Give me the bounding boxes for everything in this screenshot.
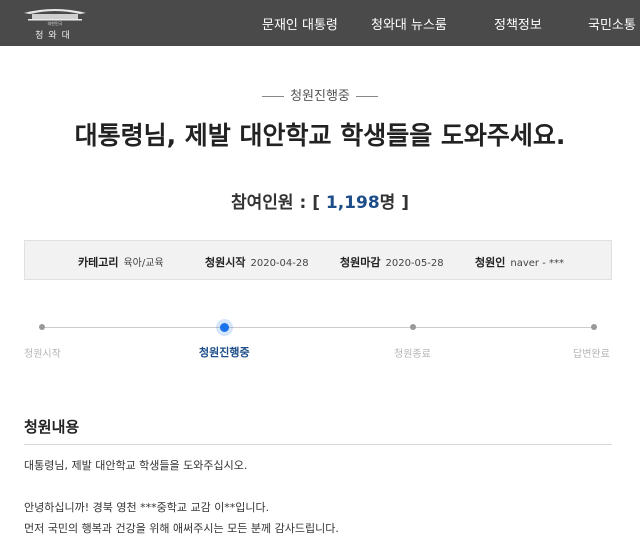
info-petitioner-label: 청원인 xyxy=(475,256,506,269)
participants-count: 참여인원 : [ 1,198명 ] xyxy=(0,188,640,213)
logo-subtitle: 대한민국 xyxy=(47,21,63,26)
status-dash-right xyxy=(355,96,378,97)
content-divider xyxy=(24,444,612,445)
info-end-date: 청원마감 2020-05-28 xyxy=(340,254,444,270)
logo-name: 청와대 xyxy=(35,31,75,41)
info-start-label: 청원시작 xyxy=(205,256,246,269)
progress-track xyxy=(42,327,594,328)
info-start-value: 2020-04-28 xyxy=(250,258,309,269)
step-label-answered: 답변완료 xyxy=(573,349,610,360)
nav-president[interactable]: 문재인 대통령 xyxy=(262,14,338,33)
cheongwadae-logo[interactable]: 대한민국 청와대 xyxy=(20,5,90,41)
info-category-label: 카테고리 xyxy=(78,256,119,269)
nav-policy-info[interactable]: 정책정보 xyxy=(494,14,542,33)
bracket-open: [ xyxy=(312,193,320,213)
participants-unit: 명 xyxy=(379,193,396,213)
participants-label: 참여인원 : xyxy=(230,193,307,213)
petition-status: 청원진행중 xyxy=(0,85,640,104)
info-category: 카테고리 육아/교육 xyxy=(78,254,164,270)
bracket-close: ] xyxy=(401,193,410,213)
nav-newsroom[interactable]: 청와대 뉴스룸 xyxy=(371,14,447,33)
step-label-in-progress: 청원진행중 xyxy=(199,346,250,359)
info-petitioner: 청원인 naver - *** xyxy=(475,254,564,270)
step-label-start: 청원시작 xyxy=(24,349,61,360)
step-label-ended: 청원종료 xyxy=(394,349,431,360)
content-line: 먼저 국민의 행복과 건강을 위해 애써주시는 모든 분께 감사드립니다. xyxy=(24,522,339,535)
progress-dot-answered xyxy=(591,324,597,330)
status-dash-left xyxy=(262,96,285,97)
petition-status-text: 청원진행중 xyxy=(290,89,350,104)
content-line: 안녕하십니까! 경북 영천 ***중학교 교감 이**입니다. xyxy=(24,501,270,514)
petition-title: 대통령님, 제발 대안학교 학생들을 도와주세요. xyxy=(74,121,566,150)
info-start-date: 청원시작 2020-04-28 xyxy=(205,254,309,270)
petition-info-box: 카테고리 육아/교육 청원시작 2020-04-28 청원마감 2020-05-28 … xyxy=(24,240,612,280)
info-category-value: 육아/교육 xyxy=(123,258,164,269)
info-end-value: 2020-05-28 xyxy=(385,258,444,269)
progress-dot-start xyxy=(39,324,45,330)
top-nav-bar: 대한민국 청와대 문재인 대통령 청와대 뉴스룸 정책정보 국민소통 xyxy=(0,0,640,46)
progress-dot-in-progress xyxy=(220,323,229,332)
progress-dot-ended xyxy=(410,324,416,330)
content-section-title: 청원내용 xyxy=(24,418,80,436)
info-petitioner-value: naver - *** xyxy=(510,258,564,269)
participants-number: 1,198 xyxy=(325,193,380,213)
info-end-label: 청원마감 xyxy=(340,256,381,269)
nav-public-communication[interactable]: 국민소통 xyxy=(588,14,636,33)
content-line: 대통령님, 제발 대안학교 학생들을 도와주십시오. xyxy=(24,459,248,472)
